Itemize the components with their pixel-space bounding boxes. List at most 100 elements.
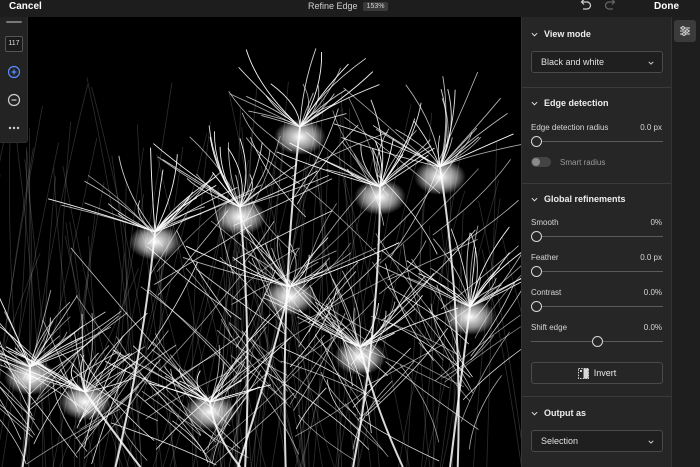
invert-icon bbox=[577, 367, 589, 379]
redo-icon[interactable] bbox=[604, 0, 618, 11]
toggle-knob bbox=[532, 158, 540, 166]
edge-detection-title: Edge detection bbox=[544, 98, 609, 108]
feather-eye bbox=[414, 159, 466, 195]
done-button[interactable]: Done bbox=[654, 1, 679, 12]
invert-label: Invert bbox=[593, 368, 617, 378]
chevron-down-icon bbox=[648, 440, 654, 444]
feather-slider[interactable] bbox=[531, 266, 663, 278]
chevron-down-icon bbox=[531, 32, 538, 37]
feather-barb bbox=[439, 211, 464, 467]
edge-radius-label: Edge detection radius bbox=[531, 123, 609, 132]
shift-edge-label: Shift edge bbox=[531, 323, 568, 332]
edge-radius-value[interactable]: 0.0 px bbox=[640, 123, 662, 132]
chevron-down-icon bbox=[531, 101, 538, 106]
feather-barb bbox=[446, 199, 519, 254]
feather-barb bbox=[299, 48, 317, 128]
brush-size-field[interactable]: 117 bbox=[5, 36, 23, 52]
feather-barb bbox=[0, 125, 8, 163]
sliders-icon bbox=[680, 26, 690, 36]
feather-barb bbox=[110, 422, 217, 466]
feather-barb bbox=[136, 124, 177, 467]
contrast-slider[interactable] bbox=[531, 301, 663, 313]
feather-barb bbox=[0, 105, 43, 368]
view-mode-header[interactable]: View mode bbox=[531, 28, 591, 40]
smart-radius-label: Smart radius bbox=[560, 158, 606, 167]
zoom-level-badge[interactable]: 153% bbox=[362, 1, 389, 11]
slider-track bbox=[531, 271, 663, 272]
feather-barb bbox=[439, 97, 449, 168]
smooth-slider[interactable] bbox=[531, 231, 663, 243]
feather-eye bbox=[214, 199, 266, 235]
global-refinements-title: Global refinements bbox=[544, 194, 626, 204]
image-canvas[interactable] bbox=[0, 17, 521, 467]
slider-thumb[interactable] bbox=[591, 336, 603, 347]
feather-barb bbox=[375, 233, 439, 321]
feather-barb bbox=[435, 71, 479, 168]
view-mode-title: View mode bbox=[544, 29, 591, 39]
feather-image bbox=[0, 48, 521, 467]
output-as-dropdown[interactable]: Selection bbox=[531, 430, 663, 452]
top-bar: Cancel Refine Edge 153% Done bbox=[0, 0, 700, 17]
properties-strip bbox=[671, 17, 700, 467]
slider-track bbox=[531, 236, 663, 237]
view-mode-value: Black and white bbox=[541, 57, 605, 67]
feather-barb bbox=[29, 295, 78, 368]
feather-strokes bbox=[0, 48, 521, 467]
feather-barb bbox=[208, 125, 241, 208]
feather-barb bbox=[70, 247, 155, 347]
smooth-value[interactable]: 0% bbox=[650, 218, 662, 227]
slider-thumb[interactable] bbox=[531, 301, 542, 312]
chevron-down-icon bbox=[531, 411, 538, 416]
slider-track bbox=[531, 141, 663, 142]
view-mode-dropdown[interactable]: Black and white bbox=[531, 51, 663, 73]
tool-palette: 117 bbox=[0, 17, 28, 143]
feather-barb bbox=[297, 414, 356, 461]
feather-barb bbox=[357, 104, 412, 467]
edge-radius-slider[interactable] bbox=[531, 136, 663, 148]
slider-thumb[interactable] bbox=[531, 136, 542, 147]
feather-barb bbox=[460, 331, 510, 422]
output-as-value: Selection bbox=[541, 436, 579, 446]
shift-edge-value[interactable]: 0.0% bbox=[644, 323, 662, 332]
feather-barb bbox=[299, 84, 380, 128]
chevron-down-icon bbox=[531, 197, 538, 202]
feather-barb bbox=[468, 375, 502, 450]
cancel-button[interactable]: Cancel bbox=[9, 1, 42, 12]
feather-value[interactable]: 0.0 px bbox=[640, 253, 662, 262]
invert-button[interactable]: Invert bbox=[531, 362, 663, 384]
feather-eye bbox=[334, 339, 386, 375]
brush-add-icon[interactable] bbox=[6, 64, 22, 80]
properties-button[interactable] bbox=[674, 20, 696, 42]
section-divider bbox=[522, 396, 672, 397]
feather-label: Feather bbox=[531, 253, 559, 262]
undo-icon[interactable] bbox=[578, 0, 592, 11]
page-title: Refine Edge bbox=[308, 1, 358, 11]
output-as-header[interactable]: Output as bbox=[531, 407, 586, 419]
more-icon[interactable] bbox=[6, 120, 22, 136]
edge-detection-header[interactable]: Edge detection bbox=[531, 97, 609, 109]
feather-eye bbox=[129, 224, 181, 260]
smooth-label: Smooth bbox=[531, 218, 559, 227]
global-refinements-header[interactable]: Global refinements bbox=[531, 193, 626, 205]
section-divider bbox=[522, 183, 672, 184]
refine-edge-panel: View mode Black and white Edge detection… bbox=[521, 17, 672, 467]
section-divider bbox=[522, 87, 672, 88]
shift-edge-slider[interactable] bbox=[531, 336, 663, 348]
contrast-label: Contrast bbox=[531, 288, 562, 297]
slider-thumb[interactable] bbox=[531, 231, 542, 242]
smart-radius-toggle[interactable] bbox=[531, 157, 551, 167]
brush-subtract-icon[interactable] bbox=[6, 92, 22, 108]
palette-grip[interactable] bbox=[6, 21, 22, 23]
feather-barb bbox=[365, 327, 449, 417]
contrast-value[interactable]: 0.0% bbox=[644, 288, 662, 297]
title-area: Refine Edge 153% bbox=[308, 0, 389, 12]
slider-thumb[interactable] bbox=[531, 266, 542, 277]
feather-barb bbox=[150, 147, 156, 233]
feather-eye bbox=[59, 384, 111, 420]
slider-track bbox=[531, 306, 663, 307]
feather-barb bbox=[64, 235, 129, 467]
feather-barb bbox=[381, 250, 471, 308]
feather-eye bbox=[274, 119, 326, 155]
feather-barb bbox=[439, 113, 508, 168]
feather-eye bbox=[444, 299, 496, 335]
